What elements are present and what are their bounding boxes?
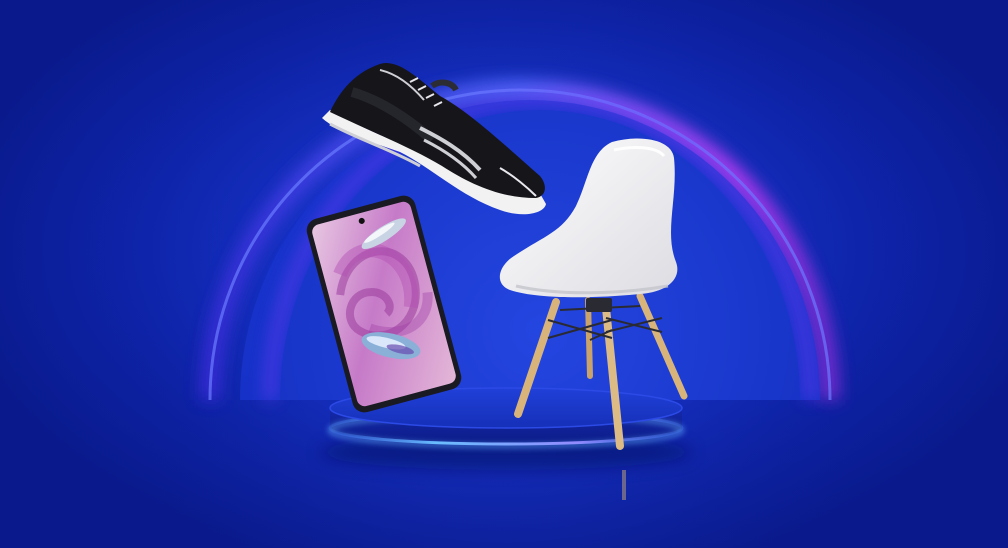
banner-illustration [0,0,1008,548]
product-banner [0,0,1008,548]
